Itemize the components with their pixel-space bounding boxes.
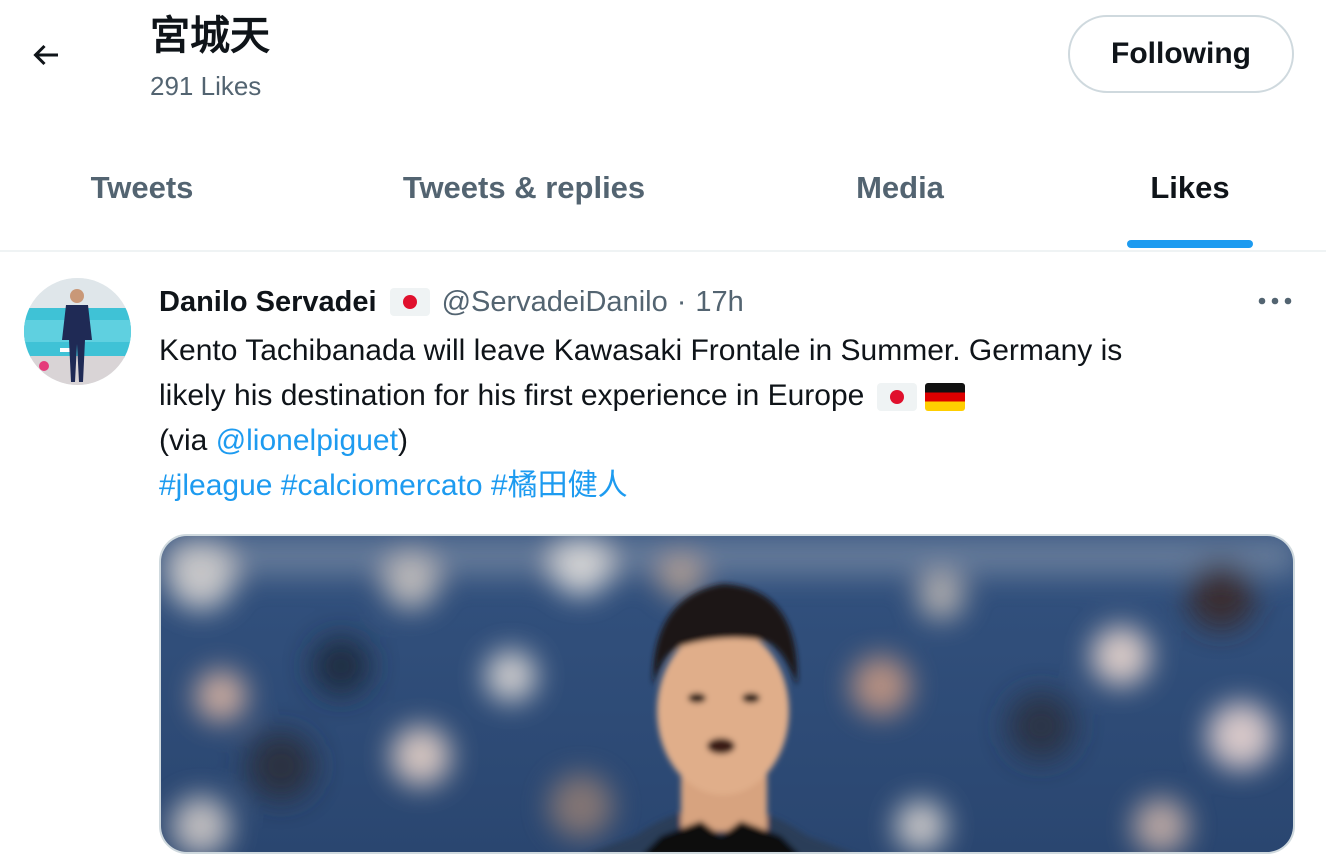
mention-link[interactable]: @lionelpiguet: [216, 424, 398, 457]
via-prefix: (via: [159, 424, 216, 457]
hashtag-link-calciomercato[interactable]: #calciomercato: [281, 469, 483, 502]
tweet-author-handle[interactable]: @ServadeiDanilo: [442, 286, 668, 319]
arrow-left-icon: [33, 44, 58, 66]
tweet-more-button[interactable]: [1253, 283, 1297, 319]
following-button[interactable]: Following: [1068, 15, 1294, 93]
avatar[interactable]: [24, 278, 131, 385]
japan-flag-icon: [389, 288, 430, 316]
hashtag-link-jleague[interactable]: #jleague: [159, 469, 272, 502]
germany-flag-icon: [925, 383, 966, 412]
japan-flag-icon: [876, 383, 917, 412]
tweet-separator: ·: [676, 285, 687, 318]
profile-header: 宮城天 291 Likes Following: [0, 0, 1326, 128]
tweet-author-name[interactable]: Danilo Servadei: [159, 286, 377, 319]
tab-likes[interactable]: Likes: [1110, 128, 1270, 248]
tweet-header: Danilo Servadei @ServadeiDanilo · 17h: [159, 282, 744, 322]
tweet-text: Kento Tachibanada will leave Kawasaki Fr…: [159, 328, 1299, 508]
tab-tweets[interactable]: Tweets: [40, 128, 244, 248]
tweet-hashtags: #jleague #calciomercato #橘田健人: [159, 463, 1299, 508]
active-tab-indicator: [1127, 240, 1253, 248]
tab-tweets-replies[interactable]: Tweets & replies: [364, 128, 684, 248]
via-suffix: ): [397, 424, 408, 457]
tweet-text-line-2: likely his destination for his first exp…: [159, 373, 1299, 418]
more-horizontal-icon: [1258, 297, 1292, 305]
tweet-text-line-2-text: likely his destination for his first exp…: [159, 379, 865, 412]
hashtag-link-player[interactable]: #橘田健人: [491, 469, 628, 502]
tab-media[interactable]: Media: [820, 128, 980, 248]
tweet-media-image[interactable]: [159, 534, 1295, 854]
likes-count: 291 Likes: [150, 71, 262, 101]
tweet-text-line-1: Kento Tachibanada will leave Kawasaki Fr…: [159, 334, 1123, 367]
tweet-timestamp[interactable]: 17h: [695, 286, 743, 319]
back-button[interactable]: [22, 32, 70, 78]
profile-name: 宮城天: [150, 14, 270, 58]
profile-tabs: Tweets Tweets & replies Media Likes: [0, 128, 1326, 252]
tweet-via-line: (via @lionelpiguet): [159, 418, 1299, 463]
